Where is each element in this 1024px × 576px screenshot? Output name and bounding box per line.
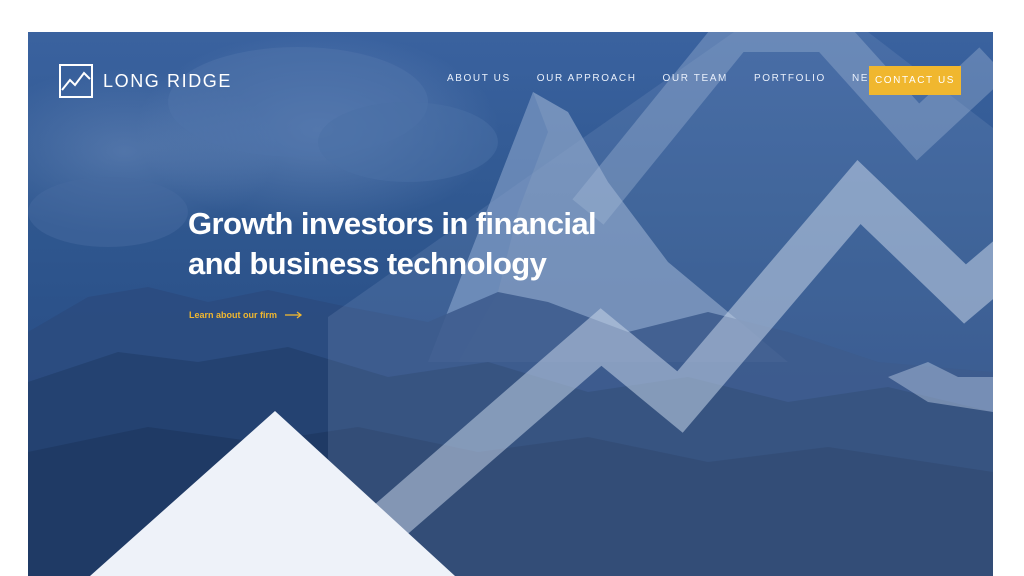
brand-name: LONG RIDGE — [103, 70, 233, 91]
mountain-background — [28, 32, 993, 576]
learn-link-label: Learn about our firm — [189, 310, 278, 320]
arrow-right-icon — [285, 311, 303, 319]
hero-headline: Growth investors in financial and busine… — [188, 206, 597, 281]
nav-item-portfolio[interactable]: PORTFOLIO — [754, 73, 826, 84]
learn-about-firm-link[interactable]: Learn about our firm — [189, 310, 303, 320]
main-nav: ABOUT US OUR APPROACH OUR TEAM PORTFOLIO… — [447, 73, 888, 84]
nav-item-our-approach[interactable]: OUR APPROACH — [537, 73, 637, 84]
brand-logo[interactable]: LONG RIDGE — [59, 64, 232, 98]
nav-item-our-team[interactable]: OUR TEAM — [663, 73, 728, 84]
mountain-logo-icon — [59, 64, 93, 98]
hero-section: LONG RIDGE ABOUT US OUR APPROACH OUR TEA… — [28, 32, 993, 576]
nav-item-about-us[interactable]: ABOUT US — [447, 73, 511, 84]
contact-us-button[interactable]: CONTACT US — [869, 66, 961, 95]
